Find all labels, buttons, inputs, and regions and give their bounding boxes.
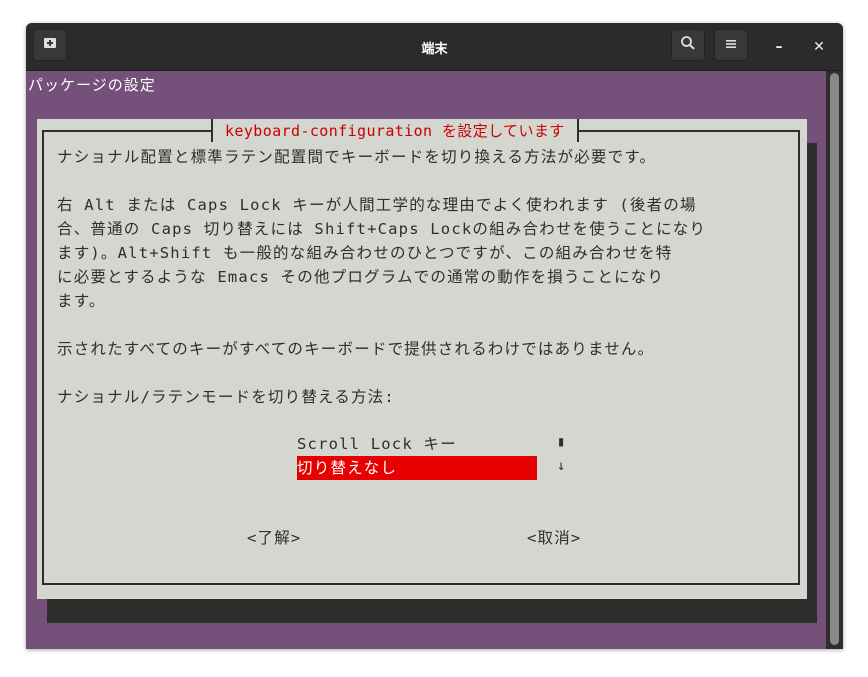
cancel-button[interactable]: <取消> [527, 526, 581, 550]
body-paragraph: 示されたすべてのキーがすべてのキーボードで提供されるわけではありません。 [57, 340, 655, 358]
scrollbar-thumb[interactable] [830, 73, 839, 645]
menu-button[interactable] [714, 29, 748, 61]
minimize-icon: – [775, 39, 783, 55]
package-config-header: パッケージの設定 [28, 76, 156, 94]
terminal-scrollbar[interactable] [826, 71, 843, 649]
hamburger-menu-icon [724, 36, 738, 55]
close-button[interactable]: ✕ [809, 37, 829, 57]
minimize-button[interactable]: – [769, 37, 789, 57]
body-paragraph: ナショナル/ラテンモードを切り替える方法: [57, 388, 395, 406]
titlebar: 端末 – ✕ [26, 23, 843, 71]
list-scroll-thumb: ▮ [557, 434, 566, 450]
option-no-toggle-selected[interactable]: 切り替えなし [297, 456, 537, 480]
search-icon [680, 35, 696, 55]
config-dialog: keyboard-configuration を設定しています ナショナル配置と… [37, 119, 807, 599]
terminal-window: 端末 – ✕ パッケージの設定 keyboard-configuration を… [26, 23, 843, 649]
dialog-title: keyboard-configuration を設定しています [211, 119, 579, 142]
terminal-area[interactable]: パッケージの設定 keyboard-configuration を設定しています… [26, 71, 826, 649]
list-scroll-down-arrow: ↓ [557, 458, 566, 474]
dialog-body: ナショナル配置と標準ラテン配置間でキーボードを切り換える方法が必要です。 右 A… [57, 145, 787, 433]
search-button[interactable] [671, 29, 705, 61]
close-icon: ✕ [813, 39, 825, 55]
ok-button[interactable]: <了解> [247, 526, 301, 550]
body-paragraph: ナショナル配置と標準ラテン配置間でキーボードを切り換える方法が必要です。 [57, 148, 657, 166]
body-paragraph: 右 Alt または Caps Lock キーが人間工学的な理由でよく使われます … [57, 196, 707, 310]
option-scroll-lock[interactable]: Scroll Lock キー [297, 432, 537, 456]
